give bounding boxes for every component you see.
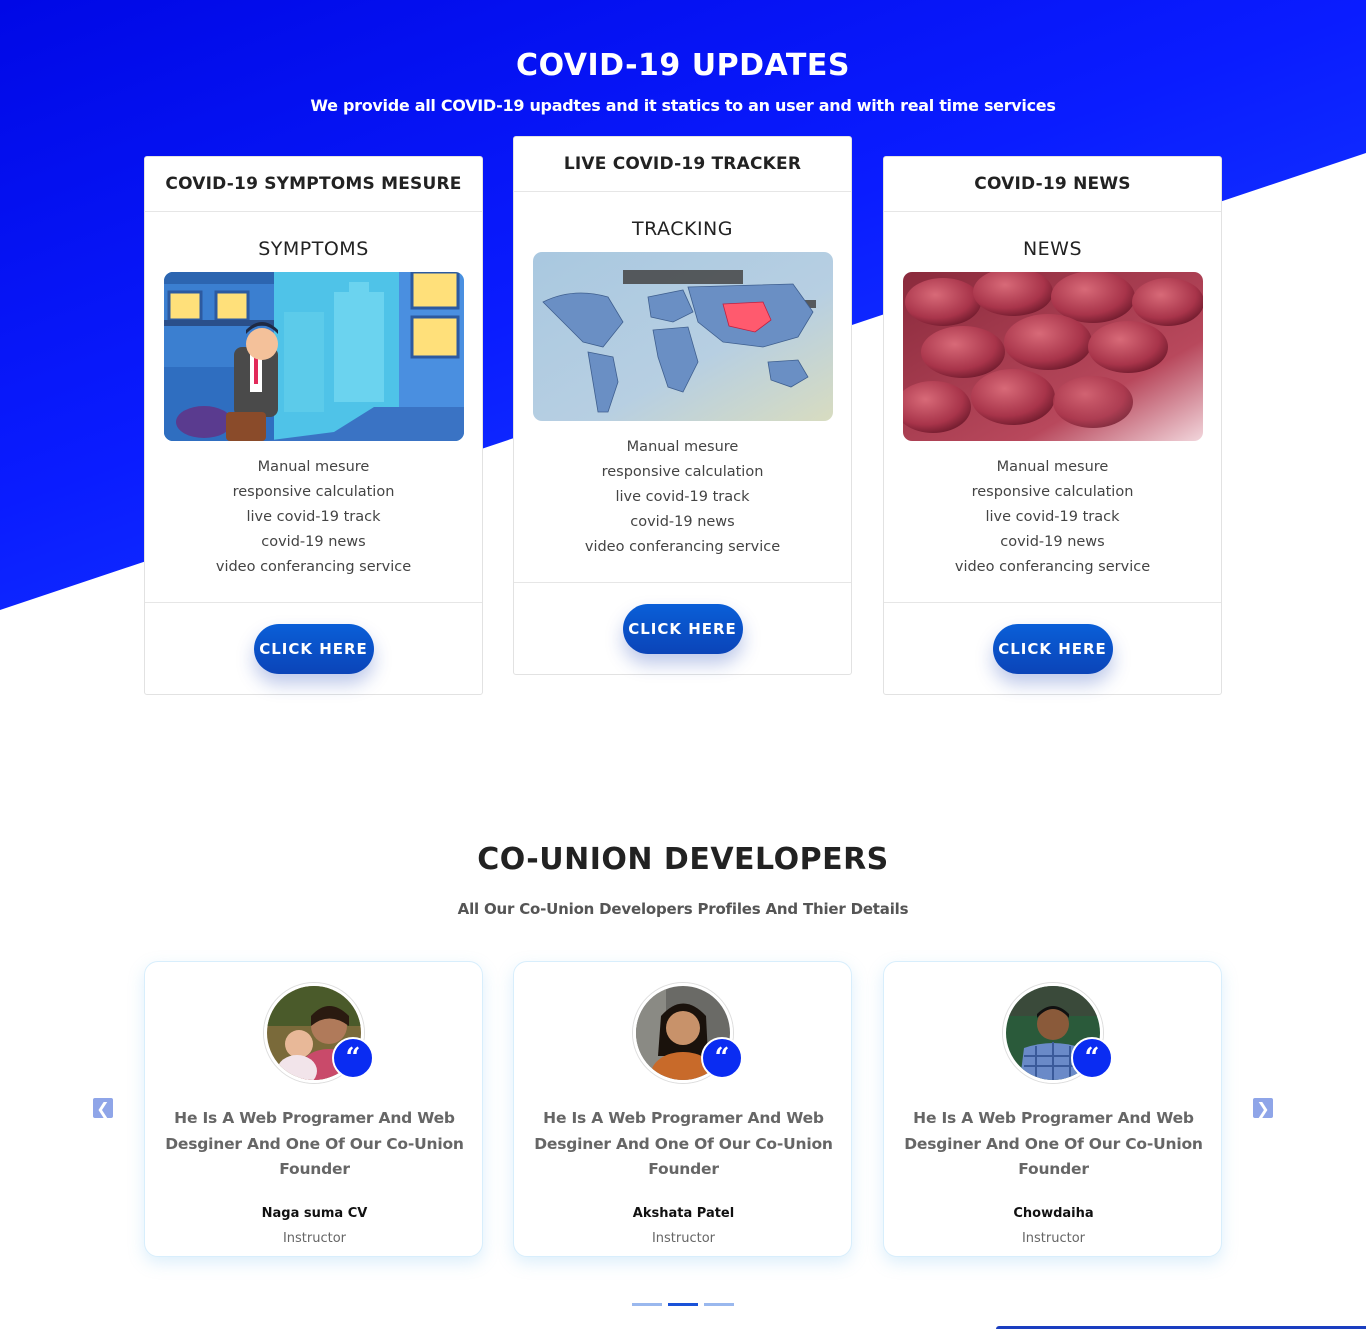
developer-role: Instructor xyxy=(1021,1231,1086,1246)
carousel-dot[interactable] xyxy=(704,1303,734,1306)
feature-item: covid-19 news xyxy=(1000,534,1105,550)
developer-quote: He Is A Web Programer And Web Desginer A… xyxy=(165,1109,464,1178)
developer-name: Akshata Patel xyxy=(632,1206,735,1221)
card-header: LIVE COVID-19 TRACKER xyxy=(514,137,851,192)
card-subtitle: SYMPTOMS xyxy=(258,238,369,260)
feature-item: video conferancing service xyxy=(584,539,781,555)
feature-item: live covid-19 track xyxy=(985,509,1120,525)
quote-icon: “ xyxy=(1071,1037,1113,1079)
blood-cells-image xyxy=(903,272,1203,441)
feature-item: live covid-19 track xyxy=(615,489,750,505)
card-subtitle: TRACKING xyxy=(632,218,733,240)
feature-item: Manual mesure xyxy=(257,459,370,475)
developer-card: “ He Is A Web Programer And Web Desginer… xyxy=(144,961,483,1257)
quote-icon: “ xyxy=(701,1037,743,1079)
feature-item: live covid-19 track xyxy=(246,509,381,525)
click-here-button[interactable]: CLICK HERE xyxy=(622,603,743,654)
feature-item: video conferancing service xyxy=(215,559,412,575)
chevron-right-icon[interactable]: ❯ xyxy=(1253,1098,1273,1118)
developer-card: “ He Is A Web Programer And Web Desginer… xyxy=(513,961,852,1257)
feature-item: responsive calculation xyxy=(601,464,764,480)
developer-card: “ He Is A Web Programer And Web Desginer… xyxy=(883,961,1222,1257)
developer-name: Chowdaiha xyxy=(1013,1206,1094,1221)
card-news: COVID-19 NEWS NEWS Manual mesure respons… xyxy=(883,156,1222,695)
feature-item: Manual mesure xyxy=(996,459,1109,475)
developers-title: CO-UNION DEVELOPERS xyxy=(477,842,889,877)
feature-item: covid-19 news xyxy=(261,534,366,550)
feature-list: Manual mesure responsive calculation liv… xyxy=(164,455,463,602)
feature-list: Manual mesure responsive calculation liv… xyxy=(533,435,832,582)
developer-role: Instructor xyxy=(651,1231,716,1246)
card-subtitle: NEWS xyxy=(1022,238,1083,260)
hero-subtitle: We provide all COVID-19 upadtes and it s… xyxy=(310,96,1056,115)
feature-item: responsive calculation xyxy=(232,484,395,500)
developer-name: Naga suma CV xyxy=(261,1206,368,1221)
feature-item: video conferancing service xyxy=(954,559,1151,575)
feature-item: responsive calculation xyxy=(971,484,1134,500)
carousel-dots xyxy=(632,1303,734,1306)
carousel-dot-active[interactable] xyxy=(668,1303,698,1306)
card-symptoms: COVID-19 SYMPTOMS MESURE SYMPTOMS Manual… xyxy=(144,156,483,695)
chevron-left-icon[interactable]: ❮ xyxy=(93,1098,113,1118)
click-here-button[interactable]: CLICK HERE xyxy=(992,623,1113,674)
developer-role: Instructor xyxy=(282,1231,347,1246)
developer-quote: He Is A Web Programer And Web Desginer A… xyxy=(534,1109,833,1178)
quote-icon: “ xyxy=(332,1037,374,1079)
card-header: COVID-19 SYMPTOMS MESURE xyxy=(145,157,482,212)
click-here-button[interactable]: CLICK HERE xyxy=(253,623,374,674)
feature-item: covid-19 news xyxy=(630,514,735,530)
carousel-dot[interactable] xyxy=(632,1303,662,1306)
world-map-image xyxy=(533,252,833,421)
feature-list: Manual mesure responsive calculation liv… xyxy=(903,455,1202,602)
hero-title: COVID-19 UPDATES xyxy=(516,48,850,83)
developers-subtitle: All Our Co-Union Developers Profiles And… xyxy=(457,900,909,918)
developer-quote: He Is A Web Programer And Web Desginer A… xyxy=(904,1109,1203,1178)
feature-item: Manual mesure xyxy=(626,439,739,455)
card-header: COVID-19 NEWS xyxy=(884,157,1221,212)
card-tracker: LIVE COVID-19 TRACKER TRACKING Manual me… xyxy=(513,136,852,675)
symptoms-illustration xyxy=(164,272,464,441)
